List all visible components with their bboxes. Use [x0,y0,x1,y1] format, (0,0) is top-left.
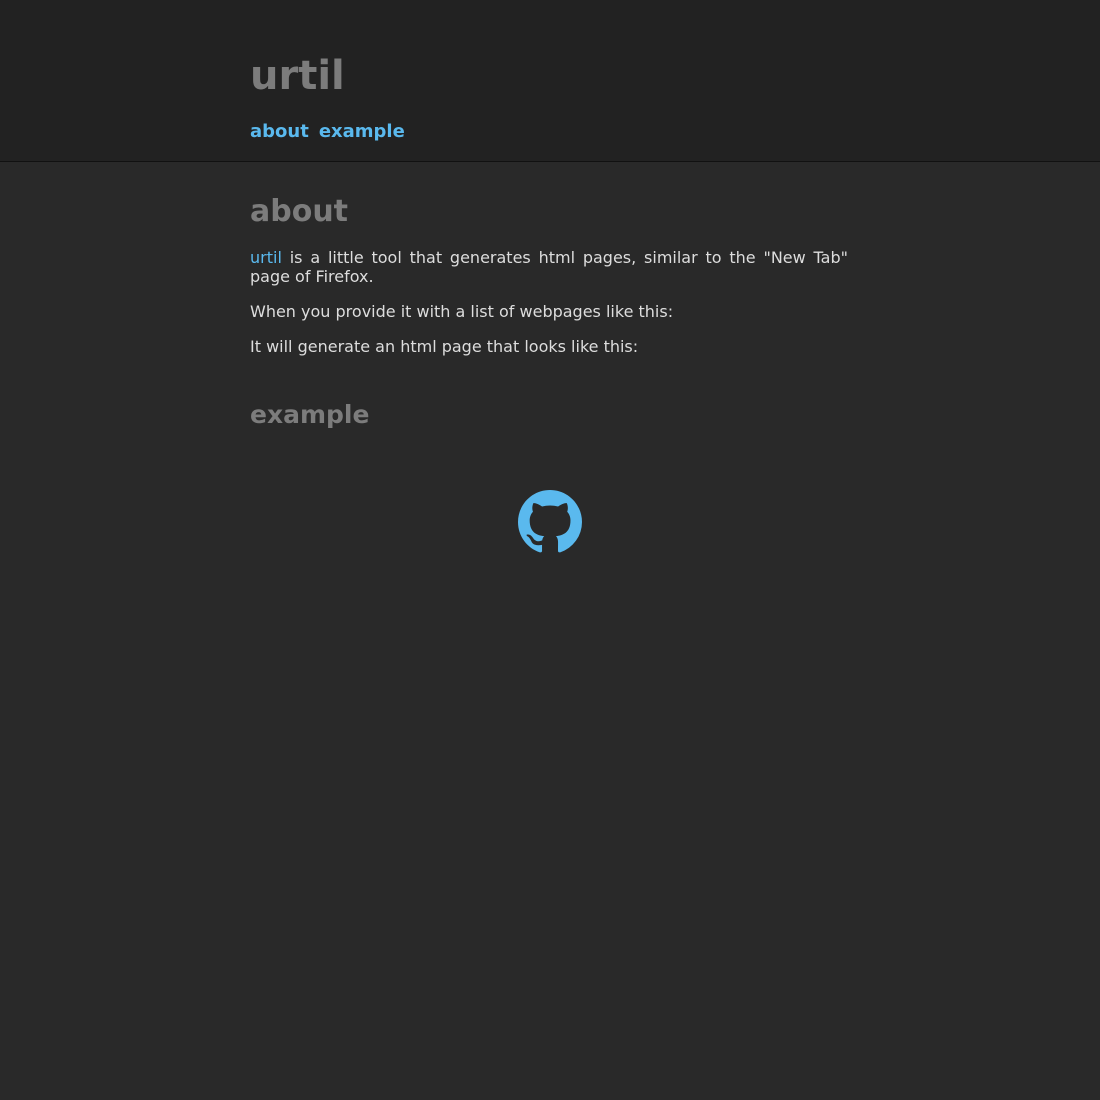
about-intro-paragraph: urtil is a little tool that generates ht… [250,248,848,286]
top-nav: about example [250,120,405,144]
nav-link-example[interactable]: example [319,120,405,144]
about-list-paragraph: When you provide it with a list of webpa… [250,302,674,321]
nav-link-about[interactable]: about [250,120,309,144]
site-header: urtil about example [0,0,1100,162]
example-heading: example [250,400,370,429]
about-result-paragraph: It will generate an html page that looks… [250,337,639,356]
site-title: urtil [250,53,345,99]
github-link[interactable] [518,490,582,554]
about-intro-text: is a little tool that generates html pag… [250,248,848,286]
about-heading: about [250,194,349,229]
urtil-link[interactable]: urtil [250,248,282,267]
github-icon [518,490,582,553]
